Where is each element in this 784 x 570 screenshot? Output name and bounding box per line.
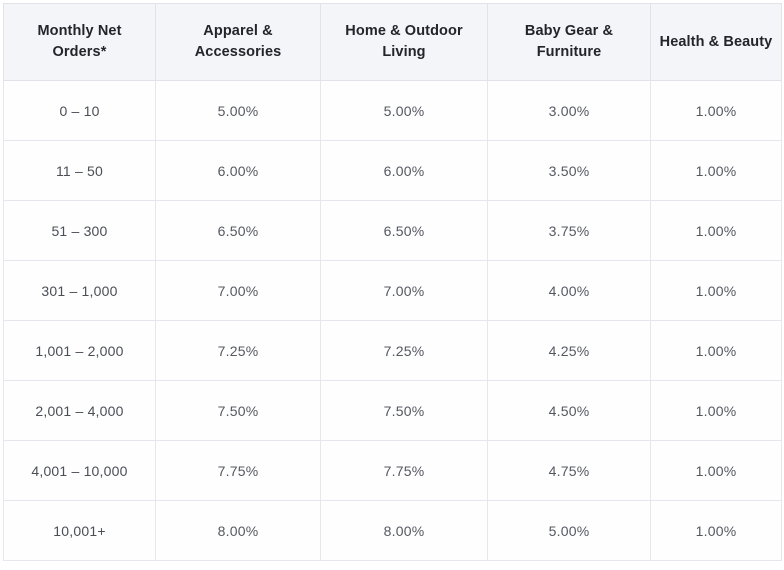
cell-tier: 10,001+	[4, 501, 156, 561]
cell-health-rate: 1.00%	[651, 141, 782, 201]
cell-apparel-rate: 6.00%	[156, 141, 321, 201]
cell-baby-rate: 4.25%	[488, 321, 651, 381]
cell-home-rate: 5.00%	[321, 81, 488, 141]
cell-health-rate: 1.00%	[651, 81, 782, 141]
column-header-baby-gear-furniture: Baby Gear & Furniture	[488, 4, 651, 81]
cell-tier: 1,001 – 2,000	[4, 321, 156, 381]
cell-baby-rate: 4.00%	[488, 261, 651, 321]
cell-home-rate: 7.75%	[321, 441, 488, 501]
cell-baby-rate: 3.75%	[488, 201, 651, 261]
cell-home-rate: 7.00%	[321, 261, 488, 321]
cell-apparel-rate: 7.50%	[156, 381, 321, 441]
table-body: 0 – 10 5.00% 5.00% 3.00% 1.00% 11 – 50 6…	[4, 81, 782, 561]
commission-rate-table: Monthly Net Orders* Apparel & Accessorie…	[3, 3, 782, 561]
cell-baby-rate: 5.00%	[488, 501, 651, 561]
table-header: Monthly Net Orders* Apparel & Accessorie…	[4, 4, 782, 81]
cell-apparel-rate: 6.50%	[156, 201, 321, 261]
cell-tier: 4,001 – 10,000	[4, 441, 156, 501]
cell-apparel-rate: 7.75%	[156, 441, 321, 501]
header-row: Monthly Net Orders* Apparel & Accessorie…	[4, 4, 782, 81]
cell-health-rate: 1.00%	[651, 201, 782, 261]
cell-health-rate: 1.00%	[651, 501, 782, 561]
cell-tier: 2,001 – 4,000	[4, 381, 156, 441]
table-row: 4,001 – 10,000 7.75% 7.75% 4.75% 1.00%	[4, 441, 782, 501]
cell-health-rate: 1.00%	[651, 441, 782, 501]
cell-health-rate: 1.00%	[651, 321, 782, 381]
column-header-health-beauty: Health & Beauty	[651, 4, 782, 81]
column-header-apparel-accessories: Apparel & Accessories	[156, 4, 321, 81]
cell-apparel-rate: 7.00%	[156, 261, 321, 321]
cell-baby-rate: 4.75%	[488, 441, 651, 501]
cell-home-rate: 7.25%	[321, 321, 488, 381]
table-row: 11 – 50 6.00% 6.00% 3.50% 1.00%	[4, 141, 782, 201]
cell-baby-rate: 3.50%	[488, 141, 651, 201]
cell-home-rate: 6.50%	[321, 201, 488, 261]
table-row: 301 – 1,000 7.00% 7.00% 4.00% 1.00%	[4, 261, 782, 321]
cell-apparel-rate: 5.00%	[156, 81, 321, 141]
table-row: 1,001 – 2,000 7.25% 7.25% 4.25% 1.00%	[4, 321, 782, 381]
cell-home-rate: 7.50%	[321, 381, 488, 441]
table-row: 10,001+ 8.00% 8.00% 5.00% 1.00%	[4, 501, 782, 561]
cell-tier: 11 – 50	[4, 141, 156, 201]
cell-health-rate: 1.00%	[651, 261, 782, 321]
cell-tier: 301 – 1,000	[4, 261, 156, 321]
cell-baby-rate: 4.50%	[488, 381, 651, 441]
cell-apparel-rate: 8.00%	[156, 501, 321, 561]
column-header-monthly-net-orders: Monthly Net Orders*	[4, 4, 156, 81]
cell-home-rate: 6.00%	[321, 141, 488, 201]
cell-baby-rate: 3.00%	[488, 81, 651, 141]
table-row: 0 – 10 5.00% 5.00% 3.00% 1.00%	[4, 81, 782, 141]
cell-tier: 51 – 300	[4, 201, 156, 261]
table-row: 51 – 300 6.50% 6.50% 3.75% 1.00%	[4, 201, 782, 261]
commission-rate-table-container: Monthly Net Orders* Apparel & Accessorie…	[3, 3, 781, 561]
cell-tier: 0 – 10	[4, 81, 156, 141]
column-header-home-outdoor-living: Home & Outdoor Living	[321, 4, 488, 81]
cell-apparel-rate: 7.25%	[156, 321, 321, 381]
cell-health-rate: 1.00%	[651, 381, 782, 441]
cell-home-rate: 8.00%	[321, 501, 488, 561]
table-row: 2,001 – 4,000 7.50% 7.50% 4.50% 1.00%	[4, 381, 782, 441]
